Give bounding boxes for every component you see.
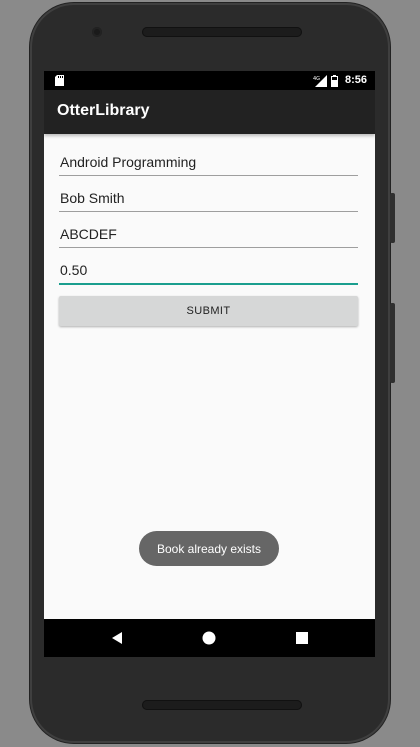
phone-screen: 4G 8:56 OtterLibrary S (44, 71, 375, 657)
volume-button (390, 303, 395, 383)
submit-button[interactable]: SUBMIT (59, 296, 358, 326)
signal-icon: 4G (313, 74, 327, 87)
toast-message: Book already exists (139, 531, 279, 566)
isbn-input[interactable] (59, 223, 360, 245)
title-underline (59, 175, 358, 176)
home-button[interactable] (199, 628, 219, 648)
power-button (390, 193, 395, 243)
book-form: SUBMIT (59, 151, 360, 326)
author-input[interactable] (59, 187, 360, 209)
home-icon (202, 631, 216, 645)
back-icon (112, 632, 122, 644)
battery-icon (330, 74, 338, 87)
status-bar: 4G 8:56 (44, 71, 375, 90)
fee-underline (59, 283, 358, 285)
back-button[interactable] (107, 628, 127, 648)
app-bar: OtterLibrary (44, 90, 375, 134)
title-input[interactable] (59, 151, 360, 173)
navigation-bar (44, 619, 375, 657)
app-title: OtterLibrary (57, 102, 150, 119)
author-underline (59, 211, 358, 212)
isbn-underline (59, 247, 358, 248)
recents-button[interactable] (292, 628, 312, 648)
recents-icon (296, 632, 308, 644)
bottom-speaker (142, 700, 302, 710)
author-field[interactable] (59, 187, 360, 223)
fee-input[interactable] (59, 259, 360, 281)
svg-text:4G: 4G (313, 76, 320, 82)
isbn-field[interactable] (59, 223, 360, 259)
front-camera (92, 27, 102, 37)
status-icons: 4G 8:56 (313, 73, 367, 88)
toast-text: Book already exists (156, 541, 262, 556)
title-field[interactable] (59, 151, 360, 187)
top-speaker (142, 27, 302, 37)
status-time: 8:56 (344, 74, 367, 86)
fee-field[interactable] (59, 259, 360, 295)
sd-card-icon (55, 75, 64, 86)
